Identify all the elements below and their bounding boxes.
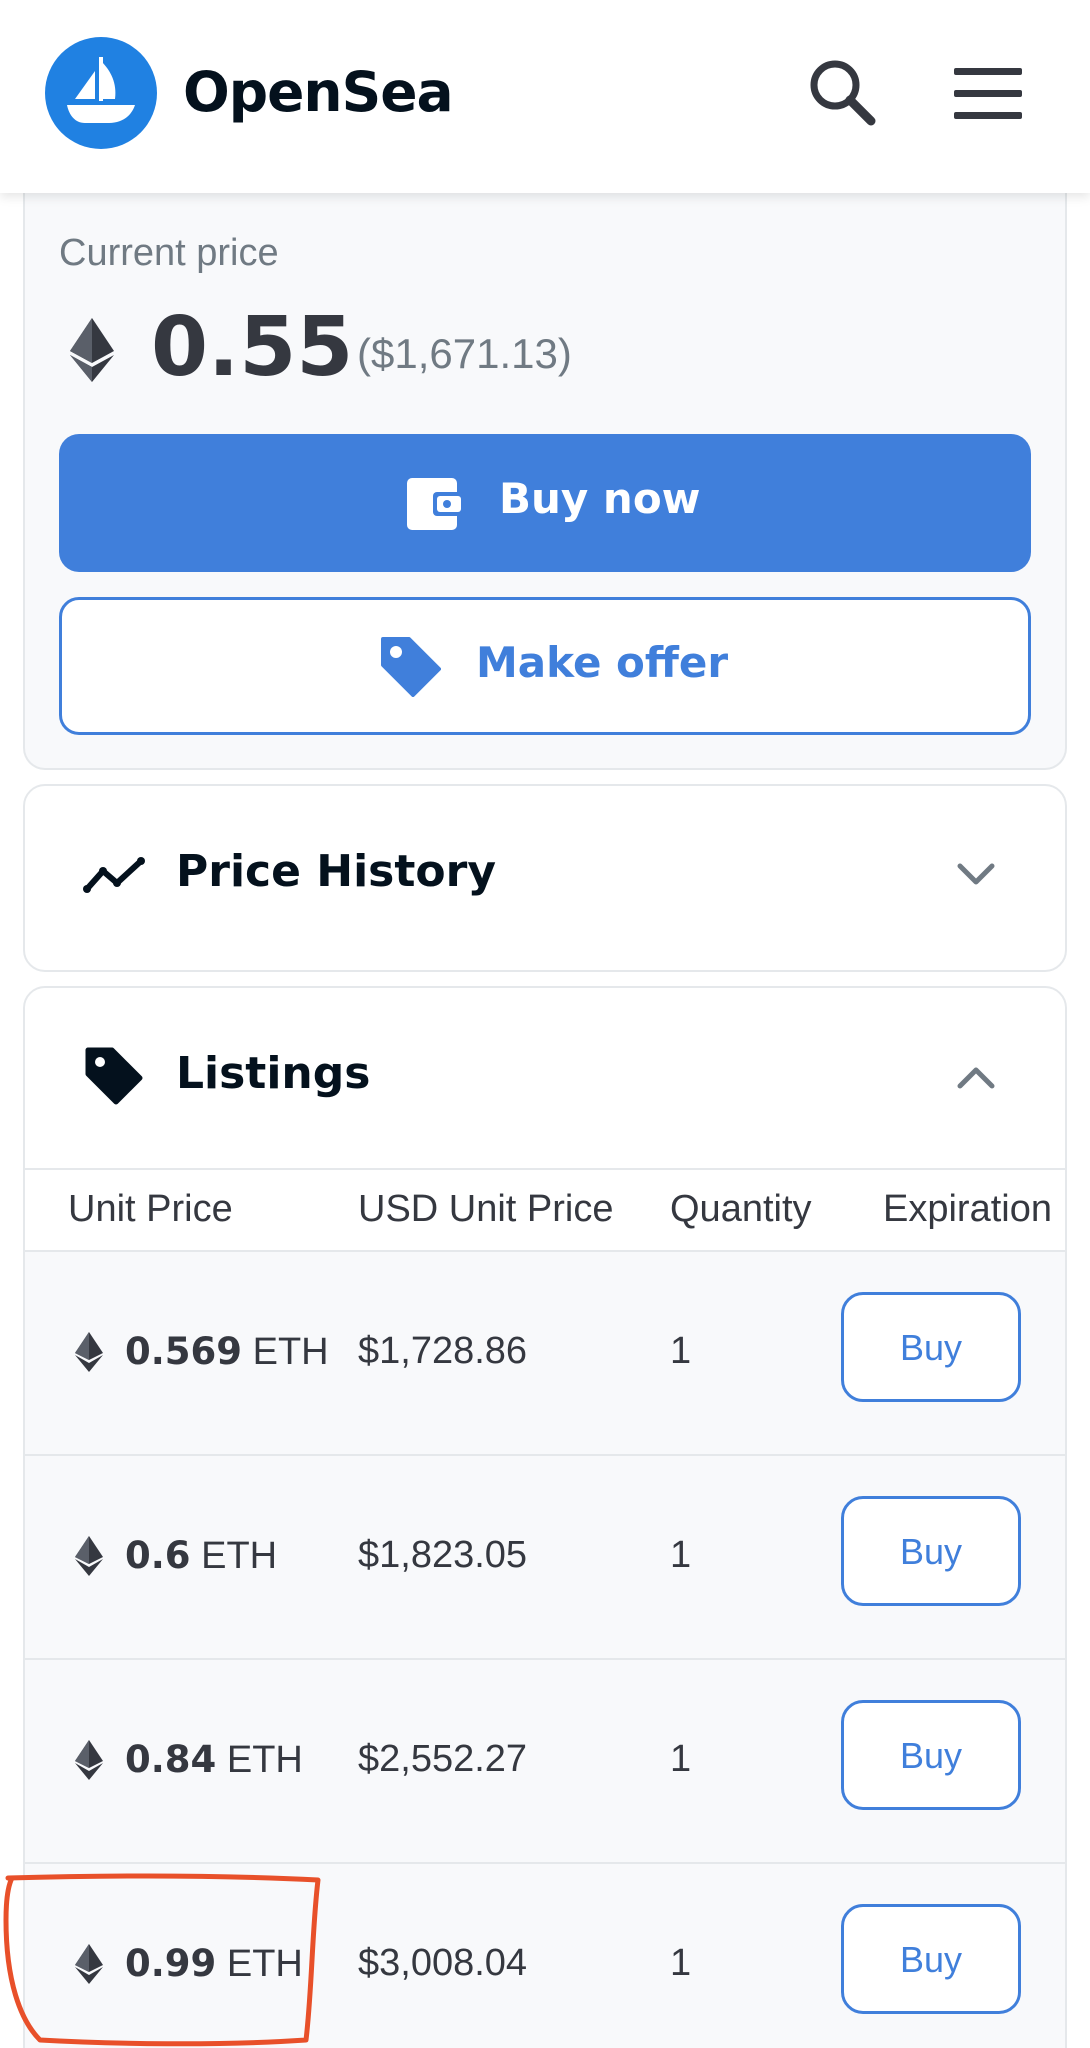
menu-icon[interactable]: [952, 64, 1024, 124]
buy-button[interactable]: Buy: [841, 1904, 1021, 2014]
unit-price: 0.569 ETH: [125, 1330, 329, 1373]
column-quantity: Quantity: [670, 1188, 812, 1230]
column-expiration: Expiration: [883, 1188, 1052, 1230]
quantity: 1: [670, 1942, 692, 1984]
current-price-label: Current price: [59, 232, 279, 274]
table-row: 0.6 ETH $1,823.05 1 Buy: [25, 1456, 1065, 1660]
buy-button[interactable]: Buy: [841, 1496, 1021, 1606]
column-unit-price: Unit Price: [68, 1188, 233, 1230]
listings-title: Listings: [176, 1048, 371, 1099]
search-icon[interactable]: [805, 55, 879, 129]
unit-price: 0.6 ETH: [125, 1534, 278, 1577]
top-navbar: OpenSea: [0, 0, 1090, 193]
quantity: 1: [670, 1534, 692, 1576]
ethereum-icon: [75, 1536, 103, 1576]
ethereum-icon: [70, 318, 114, 382]
opensea-logo-icon[interactable]: [45, 37, 157, 149]
usd-unit-price: $2,552.27: [358, 1738, 528, 1780]
table-row: 0.84 ETH $2,552.27 1 Buy: [25, 1660, 1065, 1864]
chevron-down-icon[interactable]: [956, 862, 996, 888]
page: OpenSea Current price 0.55 ($1,671.13) B…: [0, 0, 1090, 2048]
usd-unit-price: $1,728.86: [358, 1330, 528, 1372]
wallet-icon: [407, 478, 465, 530]
make-offer-label: Make offer: [476, 638, 729, 687]
quantity: 1: [670, 1738, 692, 1780]
buy-now-button[interactable]: Buy now: [59, 434, 1031, 572]
current-price-value: 0.55: [151, 300, 354, 395]
column-usd-unit-price: USD Unit Price: [358, 1188, 614, 1230]
ethereum-icon: [75, 1332, 103, 1372]
table-row: 0.569 ETH $1,728.86 1 Buy: [25, 1252, 1065, 1456]
buy-button[interactable]: Buy: [841, 1700, 1021, 1810]
quantity: 1: [670, 1330, 692, 1372]
buy-button[interactable]: Buy: [841, 1292, 1021, 1402]
ethereum-icon: [75, 1740, 103, 1780]
usd-unit-price: $1,823.05: [358, 1534, 528, 1576]
usd-unit-price: $3,008.04: [358, 1942, 528, 1984]
table-header-row: Unit Price USD Unit Price Quantity Expir…: [25, 1168, 1065, 1252]
red-annotation-circle: [3, 1873, 321, 2047]
tag-icon: [85, 1047, 143, 1105]
current-price-usd: ($1,671.13): [357, 330, 572, 377]
chevron-up-icon[interactable]: [956, 1064, 996, 1090]
make-offer-button[interactable]: Make offer: [59, 597, 1031, 735]
tag-icon: [381, 637, 441, 697]
buy-now-label: Buy now: [499, 474, 701, 523]
unit-price: 0.84 ETH: [125, 1738, 303, 1781]
brand-name[interactable]: OpenSea: [183, 60, 454, 124]
price-history-title: Price History: [176, 846, 497, 897]
timeline-icon: [83, 857, 145, 893]
